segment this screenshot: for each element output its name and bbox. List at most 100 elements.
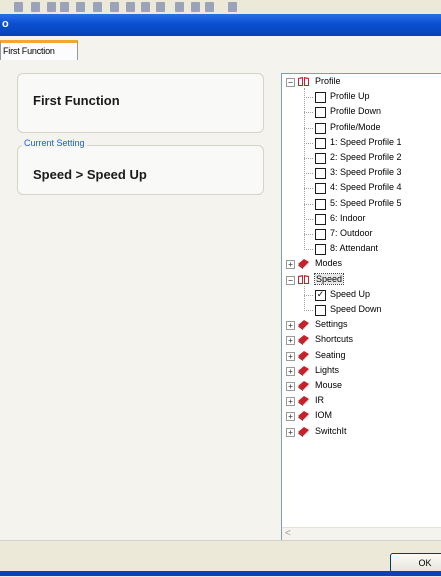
tab-first-function[interactable]: First Function [0,40,78,60]
ok-button[interactable]: OK [390,553,441,573]
tree-item[interactable]: ✓ Speed Up [282,288,440,303]
tree-item[interactable]: 5: Speed Profile 5 [282,197,440,212]
expand-icon[interactable]: + [286,412,295,422]
checkbox[interactable] [315,244,326,256]
tree-folder[interactable]: − Speed [282,272,440,288]
toolbar-tool-icon[interactable] [228,2,237,12]
tree-item[interactable]: 7: Outdoor [282,227,440,242]
expand-icon[interactable]: + [286,351,295,361]
collapse-icon[interactable]: − [286,78,295,87]
tree-connector [304,97,313,99]
toolbar-tool-icon[interactable] [126,2,135,12]
tree-item[interactable]: 3: Speed Profile 3 [282,166,440,181]
tree-item-label: Profile/Mode [330,121,381,132]
checkbox[interactable] [315,153,326,164]
tree-folder-label: Speed [313,272,345,285]
tree-folder[interactable]: + Lights [282,364,440,379]
tree-item[interactable]: 2: Speed Profile 2 [282,151,440,166]
tree-folder[interactable]: + Settings [282,318,440,333]
window-title: o [2,18,9,30]
checkbox[interactable] [315,122,326,134]
tree-item-label: 6: Indoor [330,212,366,223]
tree-item-label: Profile Up [330,91,370,102]
tree-folder-label: Profile [315,76,341,86]
tree-connector [304,142,313,144]
tree-item[interactable]: Profile Up [282,90,440,105]
tree-folder[interactable]: + Shortcuts [282,333,440,348]
toolbar-tool-icon[interactable] [93,2,102,12]
expand-icon[interactable]: + [286,336,295,346]
closed-book-icon [298,259,309,270]
toolbar-tool-icon[interactable] [205,2,214,12]
toolbar-tool-icon[interactable] [110,2,119,12]
function-box: First Function [17,73,264,133]
checkbox[interactable] [315,198,326,210]
checkbox[interactable] [315,92,326,104]
tree-folder[interactable]: + Seating [282,349,440,364]
closed-book-icon [298,320,309,331]
toolbar-tool-icon[interactable] [191,2,200,12]
title-bar: o [0,14,441,36]
checkbox[interactable] [315,213,326,225]
checkbox[interactable] [315,168,326,180]
tree-folder[interactable]: − Profile [282,75,440,90]
toolbar-tool-icon[interactable] [76,2,85,12]
tree-connector [304,294,313,296]
tree-item[interactable]: Profile/Mode [282,121,440,136]
checkbox[interactable] [315,305,326,316]
tree-item[interactable]: Speed Down [282,303,440,318]
closed-book-icon [298,411,309,422]
collapse-icon[interactable]: − [286,275,295,285]
tree-item-label: Speed Down [330,304,382,314]
tree-connector [304,249,313,251]
tree-connector [304,310,313,311]
closed-book-icon [298,381,309,391]
tree-item[interactable]: Profile Down [282,105,440,120]
tree-folder[interactable]: + IR [282,394,440,409]
toolbar-tool-icon[interactable] [31,2,40,12]
checkbox[interactable] [315,229,326,240]
expand-icon[interactable]: + [286,321,295,331]
toolbar-tool-icon[interactable] [14,2,23,12]
toolbar-tool-icon[interactable] [60,2,69,12]
closed-book-icon [298,335,309,346]
tree-item[interactable]: 4: Speed Profile 4 [282,181,440,196]
tree-item-label: 2: Speed Profile 2 [330,152,402,162]
checkbox[interactable] [315,137,326,149]
closed-book-icon [298,350,309,361]
tree-connector [304,285,305,311]
tree-connector [304,218,313,220]
tree-item[interactable]: 6: Indoor [282,212,440,227]
checkbox[interactable] [315,183,326,195]
toolbar-tool-icon[interactable] [47,2,56,12]
tree-folder-label: IOM [315,410,332,421]
toolbar-tool-icon[interactable] [141,2,150,12]
tree-item-label: Speed Up [330,288,371,299]
tree-folder[interactable]: + IOM [282,409,440,424]
tree-connector [304,112,313,114]
toolbar-tool-icon[interactable] [175,2,184,12]
expand-icon[interactable]: + [286,427,295,437]
expand-icon[interactable]: + [286,397,295,407]
tree-folder[interactable]: + Mouse [282,379,440,394]
toolbar-tool-icon[interactable] [156,2,165,12]
expand-icon[interactable]: + [286,366,295,376]
checkbox[interactable] [315,107,326,119]
expand-icon[interactable]: + [286,260,295,270]
function-tree[interactable]: < − Profile Profile Up Profile Down Profile/… [281,73,441,543]
current-setting-group: Current Setting Speed > Speed Up [17,138,264,195]
tree-folder-label: SwitchIt [315,425,347,436]
tree-item-label: 3: Speed Profile 3 [330,167,402,178]
tree-folder[interactable]: + Modes [282,257,440,272]
current-setting-value: Speed > Speed Up [33,167,147,182]
expand-icon[interactable]: + [286,382,295,391]
tree-connector [304,234,313,235]
tree-folder[interactable]: + SwitchIt [282,425,440,440]
tree-item[interactable]: 8: Attendant [282,242,440,257]
scroll-left-icon[interactable]: < [285,528,291,539]
tree-connector [304,158,313,159]
closed-book-icon [298,365,309,376]
checked-checkbox[interactable]: ✓ [315,289,326,301]
tree-item[interactable]: 1: Speed Profile 1 [282,136,440,151]
open-book-icon [298,77,309,86]
